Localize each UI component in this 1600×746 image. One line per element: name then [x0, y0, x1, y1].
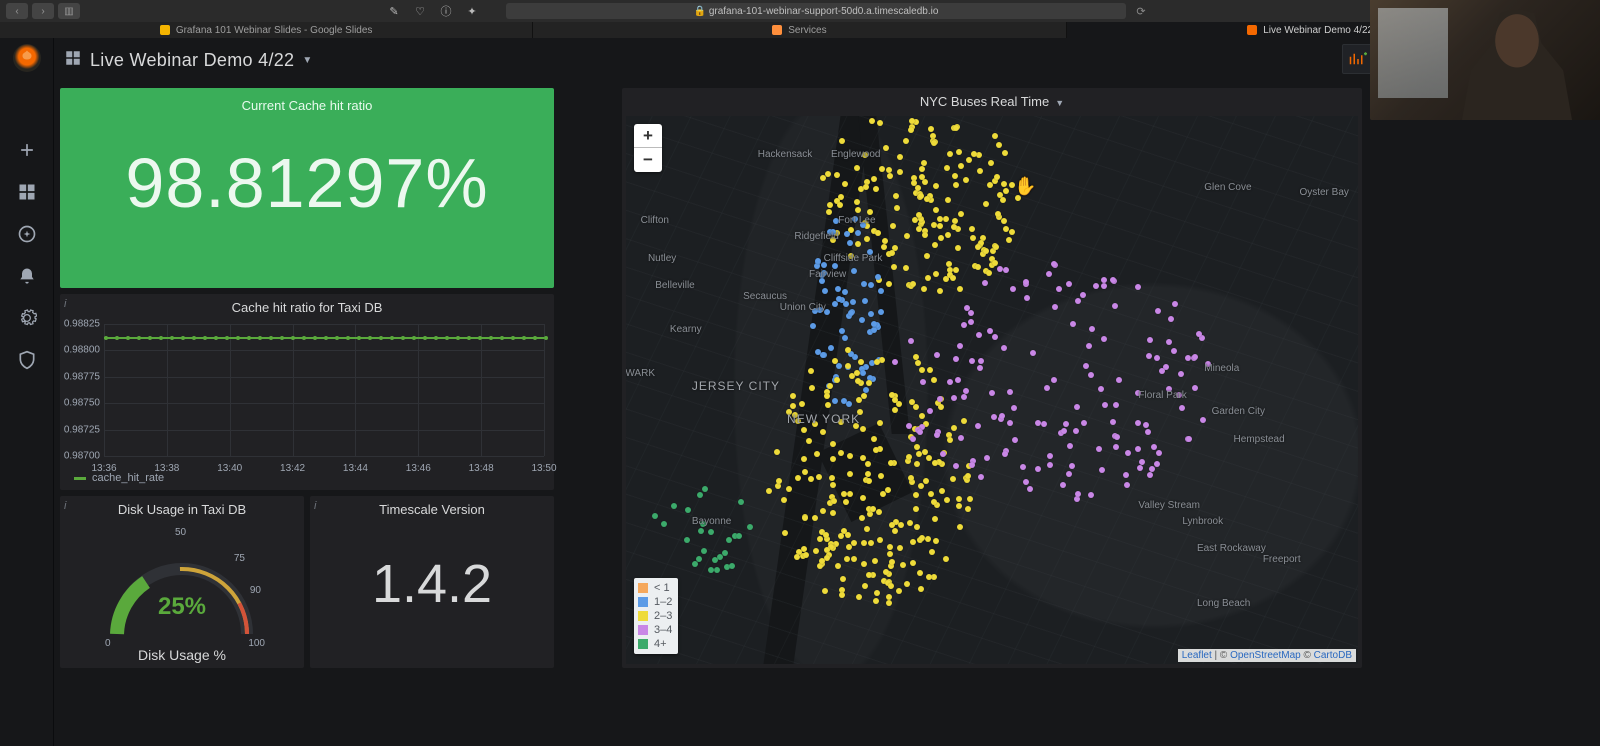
favicon-gslides: [160, 25, 170, 35]
zoom-in-button[interactable]: +: [634, 124, 662, 148]
webcam-overlay: [1370, 0, 1600, 120]
grafana-sidebar: [0, 38, 54, 746]
grafana-logo[interactable]: [13, 44, 41, 72]
nav-group: ‹ › ▥: [6, 3, 80, 19]
panel-disk-usage[interactable]: i Disk Usage in Taxi DB 0 50 75 90 100 2…: [60, 496, 304, 668]
map-legend-item: < 1: [638, 581, 672, 595]
gear-icon[interactable]: [15, 306, 39, 330]
info-icon[interactable]: ⓘ: [438, 3, 454, 19]
gauge: 0 50 75 90 100 25%: [97, 529, 267, 649]
map-attribution: Leaflet | © OpenStreetMap © CartoDB: [1178, 649, 1356, 662]
explore-icon[interactable]: [15, 222, 39, 246]
map-legend-item: 4+: [638, 637, 672, 651]
grafana-topbar: Live Webinar Demo 4/22 ▼ ☆ ⇪ 🖫 ⚙ 🖵 ◔: [54, 38, 1600, 82]
chart-legend: cache_hit_rate: [74, 472, 164, 484]
map-legend-item: 2–3: [638, 609, 672, 623]
map-zoom-control: + −: [634, 124, 662, 172]
zoom-out-button[interactable]: −: [634, 148, 662, 172]
plus-icon[interactable]: [15, 138, 39, 162]
map-canvas[interactable]: HackensackEnglewoodCliftonRidgefieldClif…: [626, 116, 1358, 664]
forward-button[interactable]: ›: [32, 3, 54, 19]
favicon-grafana: [1247, 25, 1257, 35]
panel-grid: Current Cache hit ratio 98.81297% i Cach…: [54, 82, 1600, 746]
gauge-tick-50: 50: [175, 527, 186, 538]
panel-title: NYC Buses Real Time▼: [622, 88, 1362, 113]
panel-timescale-version[interactable]: i Timescale Version 1.4.2: [310, 496, 554, 668]
panel-cache-hit-ratio[interactable]: Current Cache hit ratio 98.81297%: [60, 88, 554, 288]
favicon-grafana-orange: [772, 25, 782, 35]
browser-toolbar: ‹ › ▥ ✎ ♡ ⓘ ✦ 🔒 grafana-101-webinar-supp…: [0, 0, 1600, 22]
url-bar[interactable]: 🔒 grafana-101-webinar-support-50d0.a.tim…: [506, 3, 1126, 19]
grafana-app: Live Webinar Demo 4/22 ▼ ☆ ⇪ 🖫 ⚙ 🖵 ◔ Cur…: [0, 38, 1600, 746]
stat-value: 98.81297%: [60, 143, 554, 223]
shield-icon[interactable]: [15, 348, 39, 372]
chevron-down-icon[interactable]: ▼: [302, 55, 312, 66]
shield-icon[interactable]: ♡: [412, 3, 428, 19]
alert-icon[interactable]: [15, 264, 39, 288]
map-legend-item: 1–2: [638, 595, 672, 609]
panel-nyc-buses-map[interactable]: NYC Buses Real Time▼ HackensackEnglewood…: [622, 88, 1362, 668]
map-legend-item: 3–4: [638, 623, 672, 637]
gauge-tick-90: 90: [250, 585, 261, 596]
panel-title: Timescale Version: [310, 496, 554, 521]
page-title[interactable]: Live Webinar Demo 4/22: [90, 50, 294, 71]
panel-title: Current Cache hit ratio: [60, 88, 554, 117]
panel-cache-line[interactable]: i Cache hit ratio for Taxi DB 0.987000.9…: [60, 294, 554, 490]
puzzle-icon[interactable]: ✦: [464, 3, 480, 19]
line-chart: 0.987000.987250.987500.987750.988000.988…: [104, 324, 544, 456]
toolbar-center-icons: ✎ ♡ ⓘ ✦: [386, 3, 480, 19]
url-text: grafana-101-webinar-support-50d0.a.times…: [709, 6, 939, 17]
back-button[interactable]: ‹: [6, 3, 28, 19]
stat-value: 1.4.2: [310, 553, 554, 615]
legend-swatch: [74, 477, 86, 480]
browser-tab-0[interactable]: Grafana 101 Webinar Slides - Google Slid…: [0, 22, 533, 38]
panel-title: Disk Usage in Taxi DB: [60, 496, 304, 521]
reload-button[interactable]: ⟳: [1132, 3, 1150, 19]
tab-strip: Grafana 101 Webinar Slides - Google Slid…: [0, 22, 1600, 38]
dashboard-squares-icon[interactable]: [64, 49, 82, 72]
browser-tab-1[interactable]: Services: [533, 22, 1066, 38]
legend-label: cache_hit_rate: [92, 472, 164, 484]
gauge-value: 25%: [158, 593, 206, 621]
gauge-subtitle: Disk Usage %: [60, 647, 304, 663]
carto-link[interactable]: CartoDB: [1314, 650, 1352, 661]
tab-label: Services: [788, 25, 826, 36]
gauge-tick-min: 0: [105, 638, 111, 649]
map-legend: < 11–22–33–44+: [634, 578, 678, 654]
lock-icon: 🔒: [694, 6, 706, 17]
panel-title: Cache hit ratio for Taxi DB: [60, 294, 554, 319]
gauge-tick-max: 100: [248, 638, 265, 649]
chevron-down-icon[interactable]: ▼: [1055, 98, 1064, 108]
leaflet-link[interactable]: Leaflet: [1182, 650, 1212, 661]
dashboards-icon[interactable]: [15, 180, 39, 204]
gauge-tick-75: 75: [234, 553, 245, 564]
osm-link[interactable]: OpenStreetMap: [1230, 650, 1301, 661]
reader-icon[interactable]: ✎: [386, 3, 402, 19]
tab-label: Grafana 101 Webinar Slides - Google Slid…: [176, 25, 373, 36]
sidebar-toggle[interactable]: ▥: [58, 3, 80, 19]
